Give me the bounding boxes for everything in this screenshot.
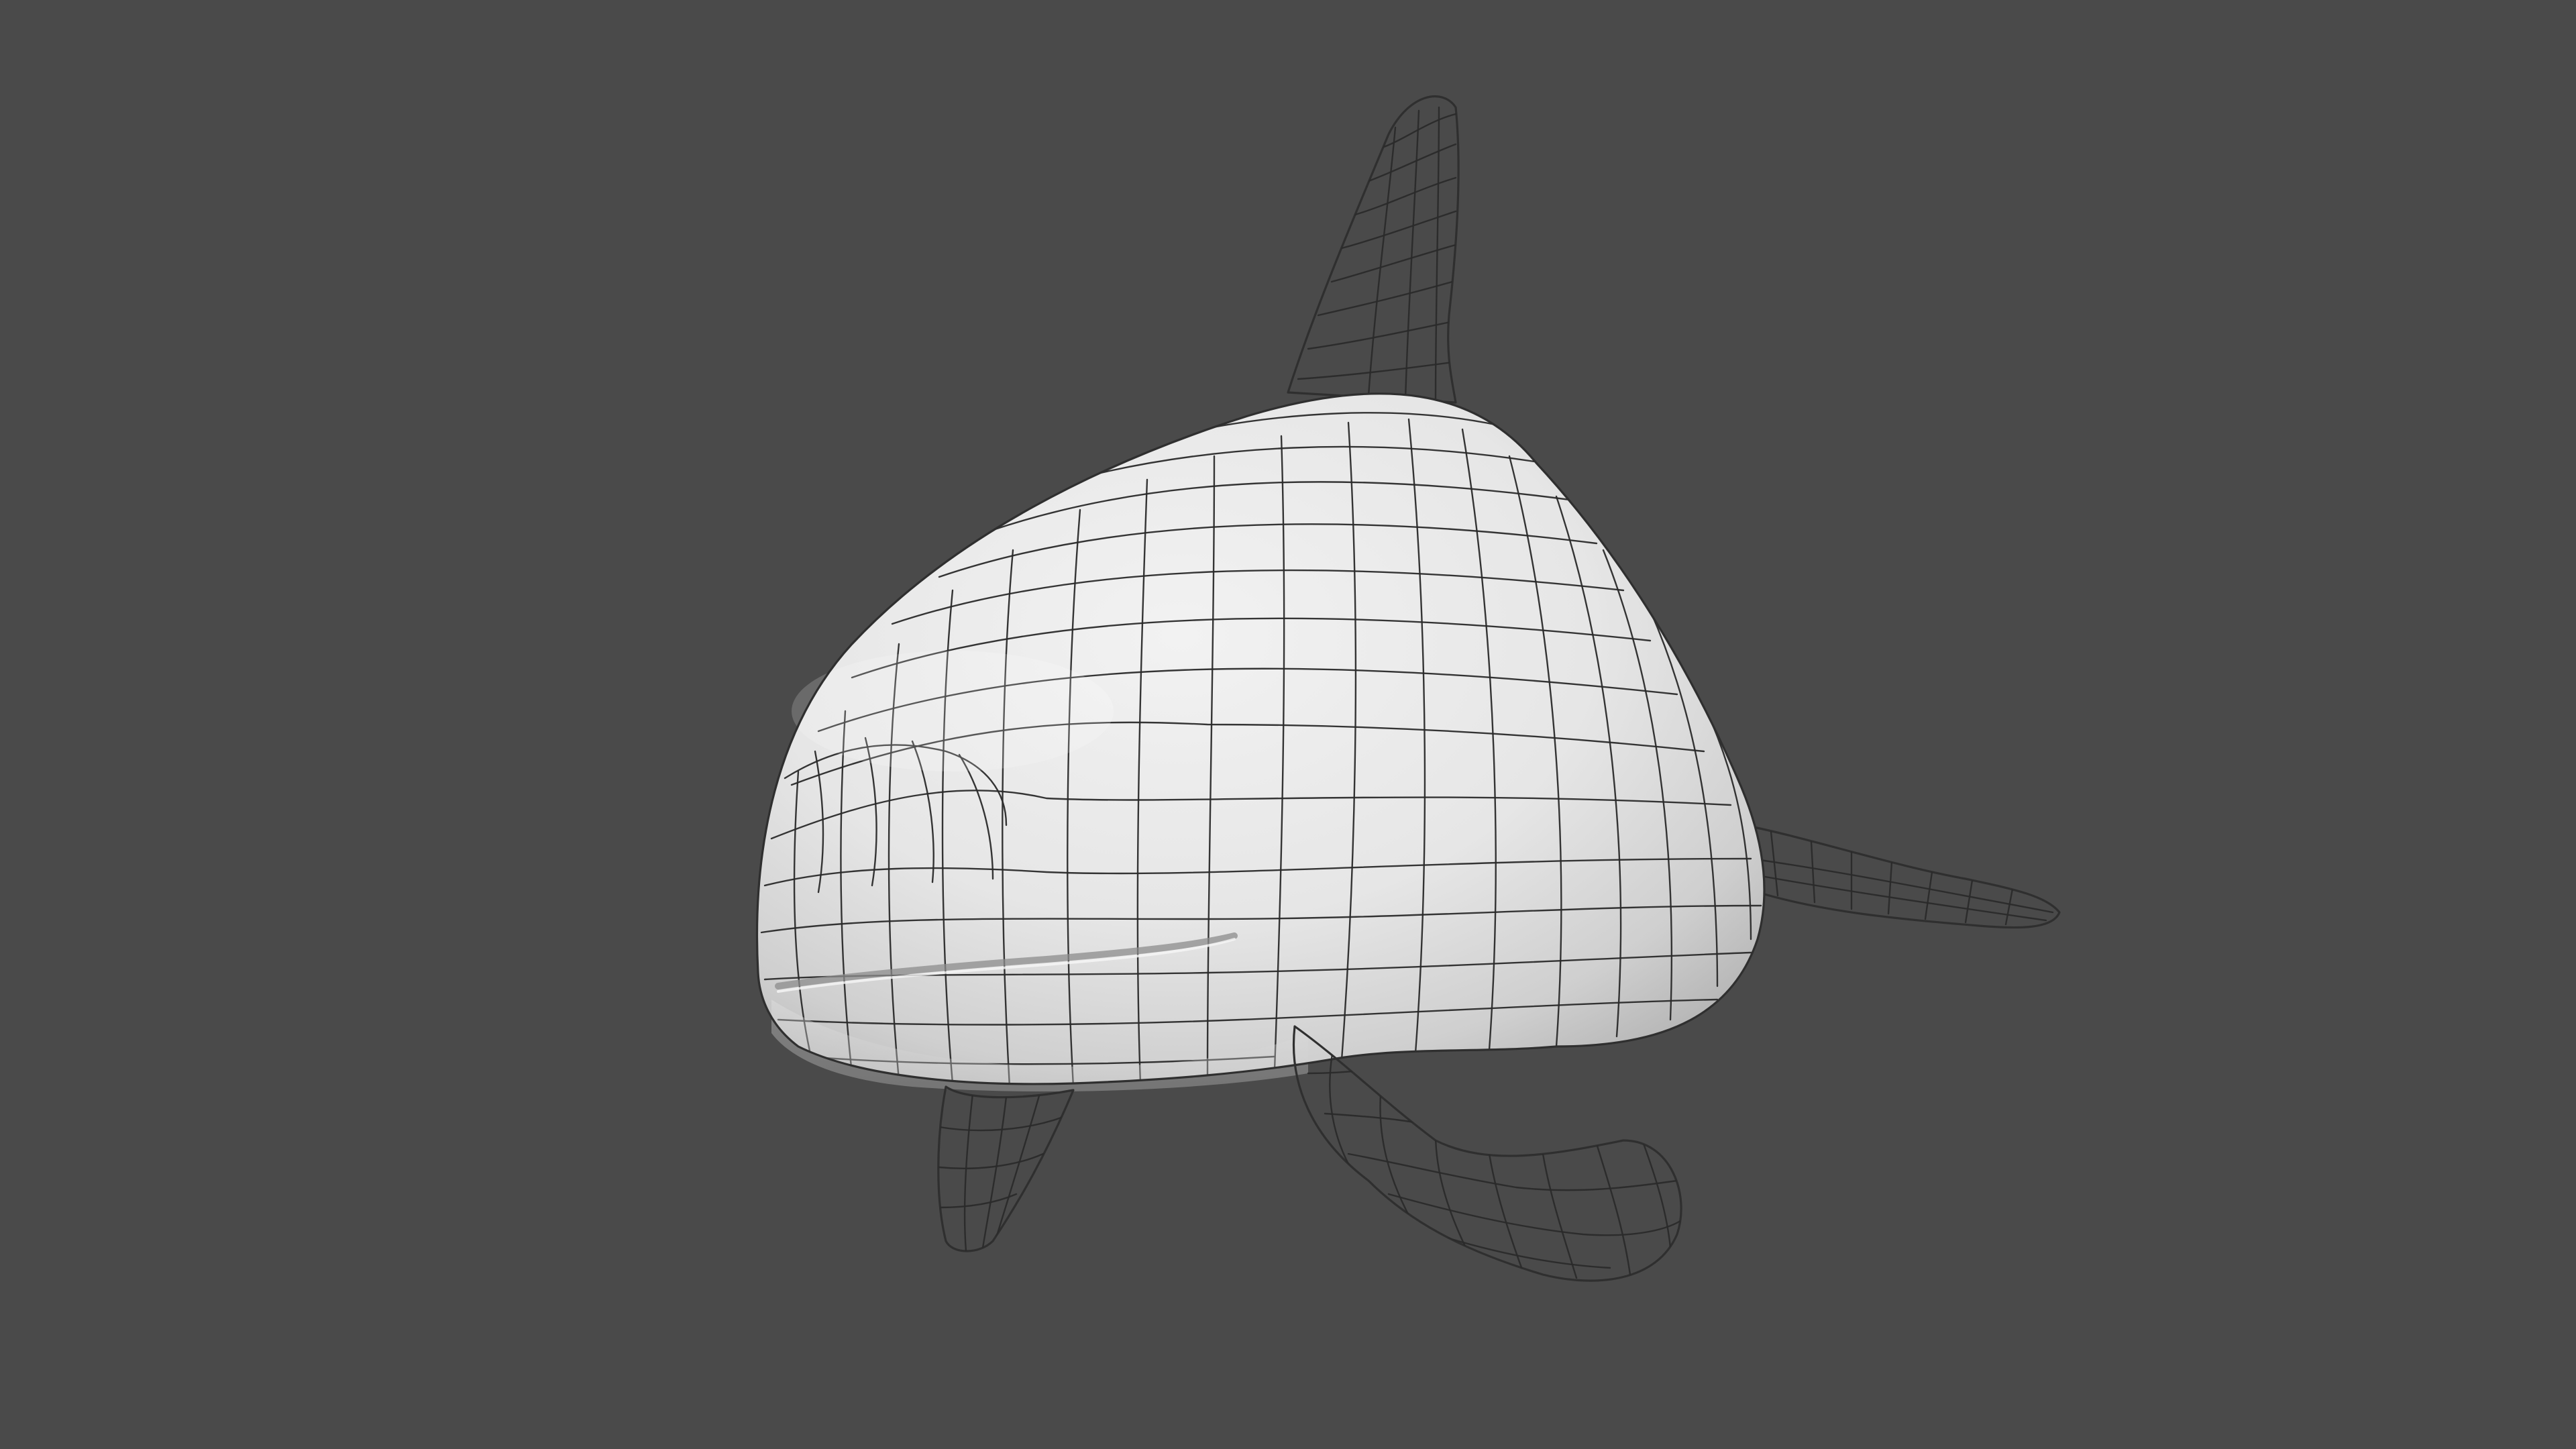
left-pectoral-fin bbox=[937, 1085, 1075, 1252]
dolphin-model bbox=[755, 95, 2061, 1282]
dolphin-body bbox=[755, 392, 1766, 1092]
right-pectoral-fin bbox=[1292, 1025, 1682, 1282]
tail-fluke bbox=[1743, 824, 2061, 929]
dorsal-fin bbox=[1287, 95, 1460, 404]
3d-viewport[interactable] bbox=[0, 0, 2576, 1449]
